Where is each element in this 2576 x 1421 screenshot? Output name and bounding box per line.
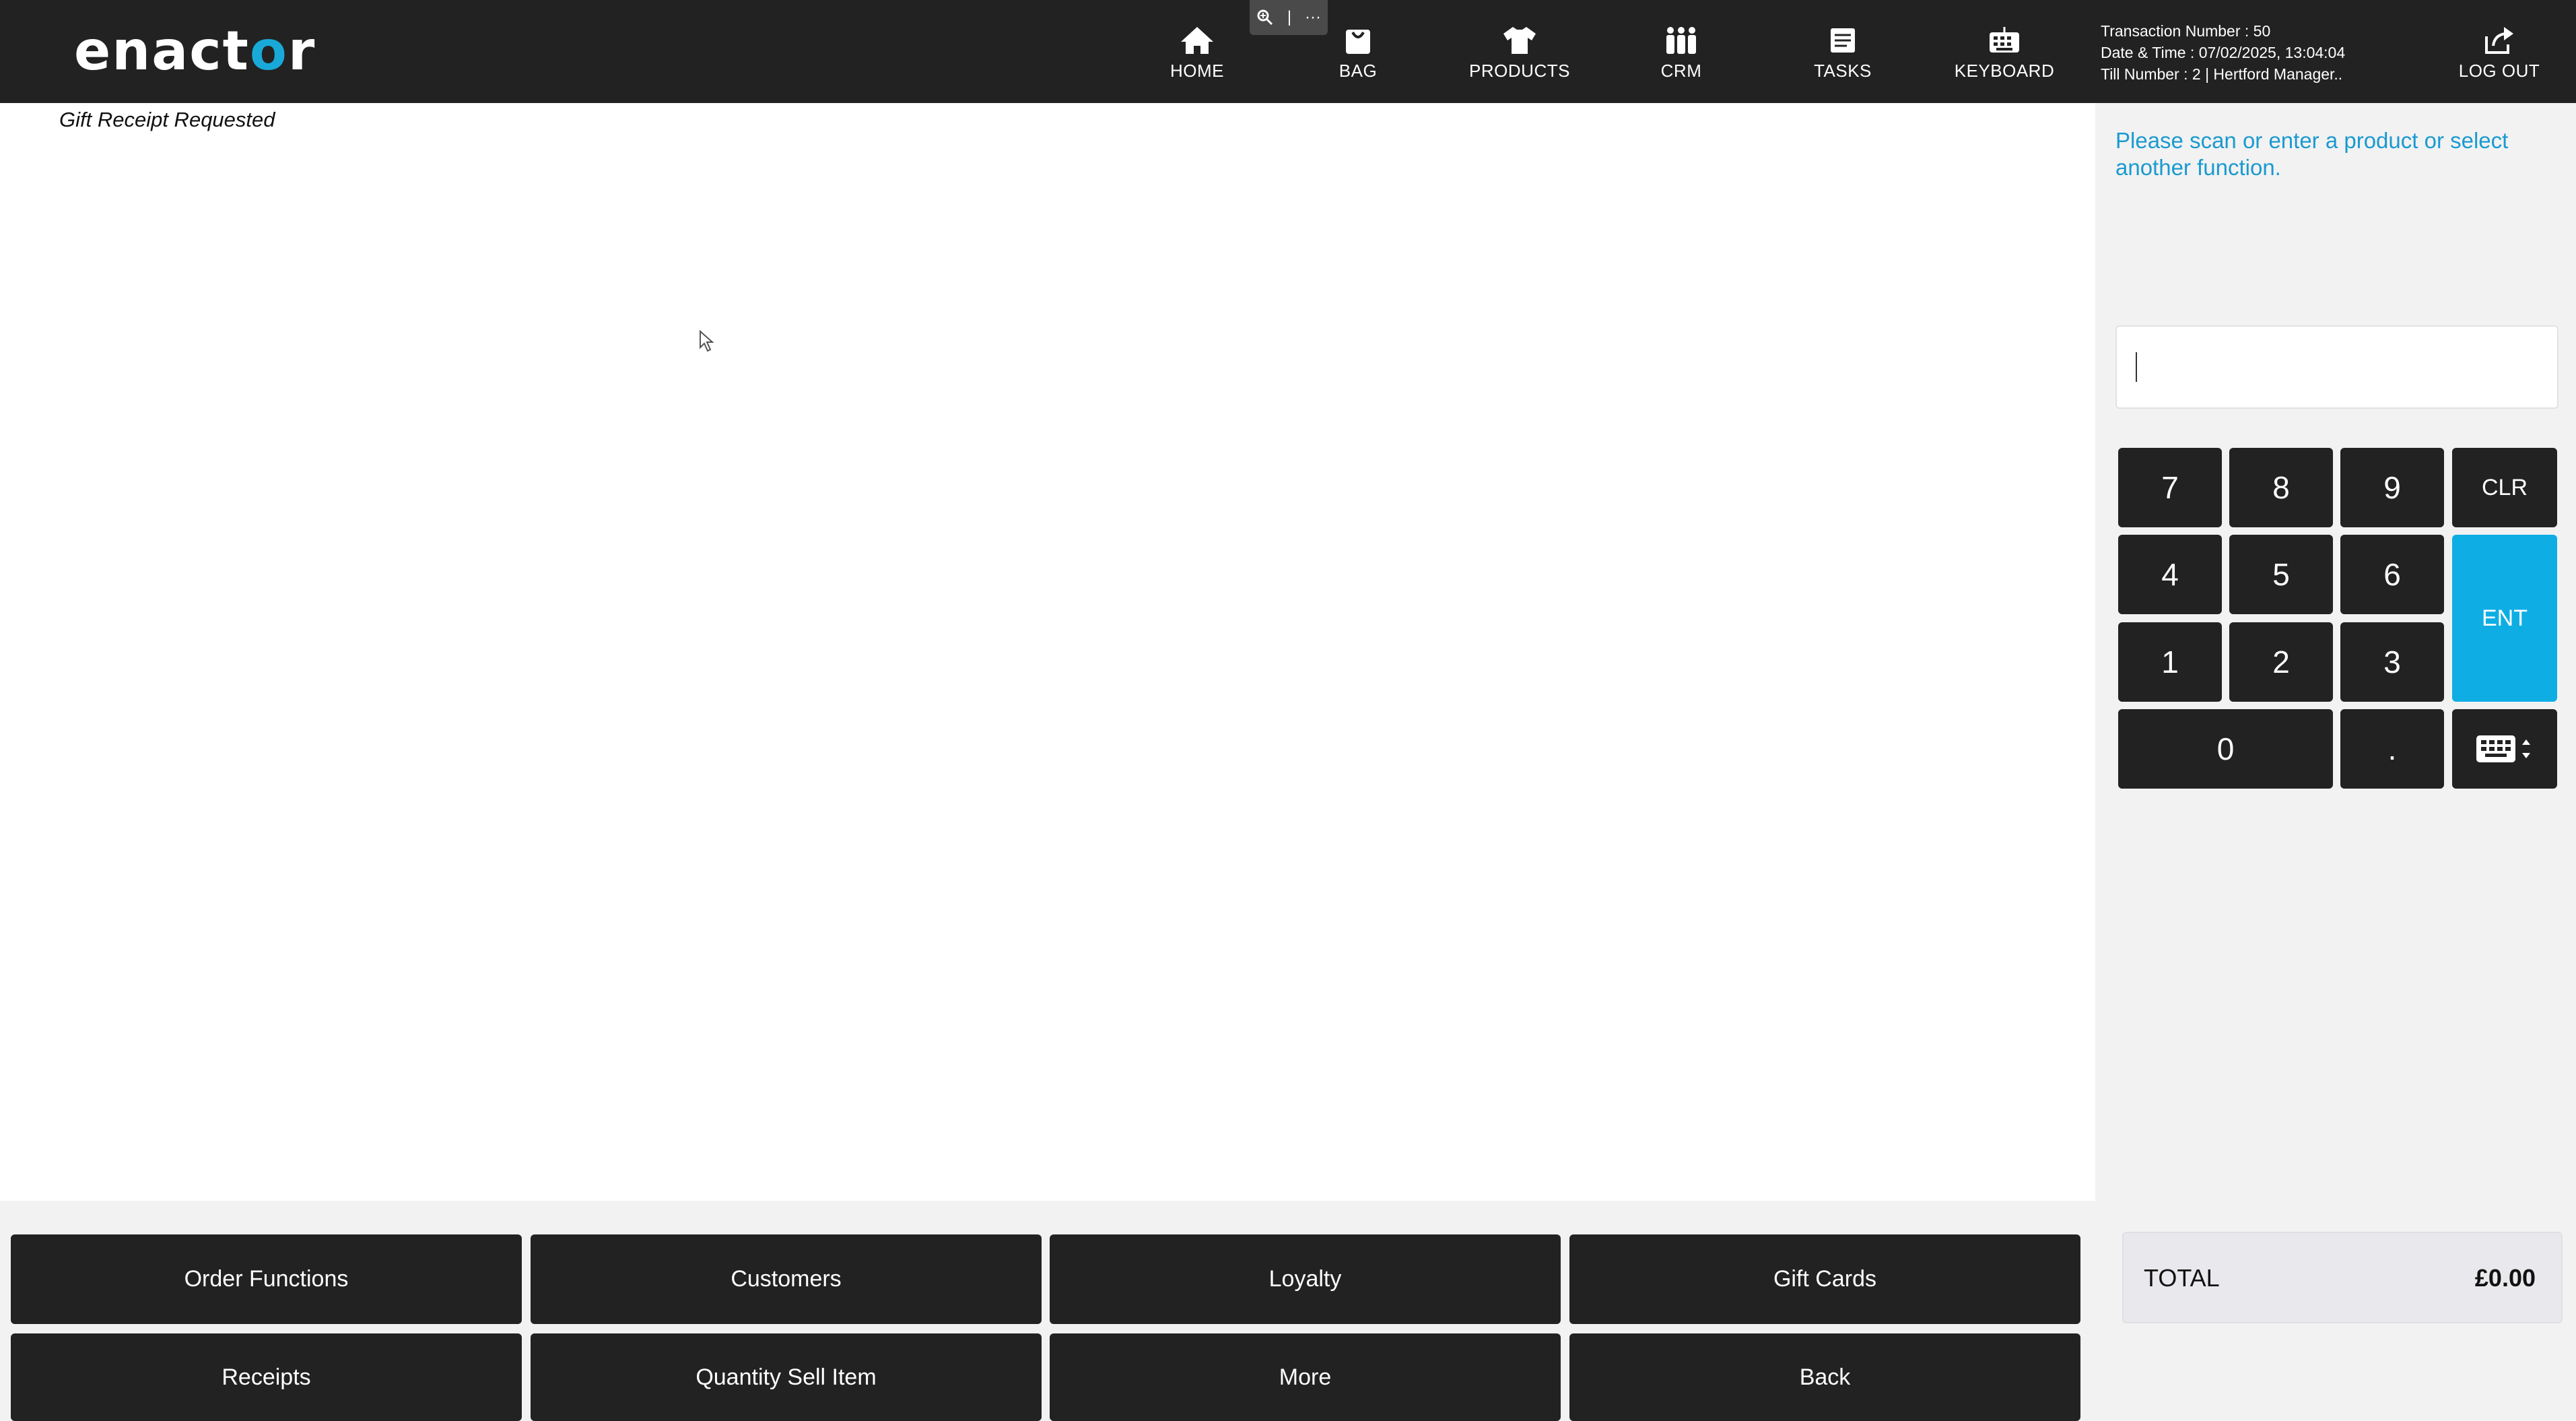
key-8[interactable]: 8: [2229, 448, 2333, 527]
key-2[interactable]: 2: [2229, 622, 2333, 702]
enter-key[interactable]: ENT: [2452, 535, 2557, 702]
keyboard-icon: [1990, 27, 2019, 53]
total-label: TOTAL: [2144, 1264, 2220, 1292]
nav-tasks[interactable]: TASKS: [1779, 20, 1907, 94]
zoom-separator: |: [1287, 8, 1292, 26]
key-decimal[interactable]: .: [2340, 709, 2444, 789]
date-time: Date & Time : 07/02/2025, 13:04:04: [2101, 44, 2346, 61]
key-7[interactable]: 7: [2118, 448, 2222, 527]
key-1[interactable]: 1: [2118, 622, 2222, 702]
transaction-info: Transaction Number : 50 Date & Time : 07…: [2101, 20, 2345, 85]
order-functions-button[interactable]: Order Functions: [11, 1234, 522, 1324]
key-6[interactable]: 6: [2340, 535, 2444, 614]
nav-products[interactable]: PRODUCTS: [1456, 20, 1584, 94]
transaction-number: Transaction Number : 50: [2101, 22, 2271, 40]
receipts-button[interactable]: Receipts: [11, 1333, 522, 1421]
total-display: TOTAL £0.00: [2122, 1232, 2563, 1323]
keyboard-toggle-icon: [2476, 735, 2530, 762]
tasks-icon: [1831, 28, 1855, 53]
quantity-sell-item-button[interactable]: Quantity Sell Item: [531, 1333, 1042, 1421]
nav-products-label: PRODUCTS: [1469, 61, 1570, 81]
right-panel: Please scan or enter a product or select…: [2095, 103, 2576, 1421]
till-number: Till Number : 2 | Hertford Manager..: [2101, 65, 2343, 83]
top-header: enactor | ··· HOME BAG PRODUCTS CRM TASK…: [0, 0, 2576, 103]
enactor-logo: enactor: [74, 20, 316, 82]
text-caret: [2136, 352, 2137, 382]
nav-tasks-label: TASKS: [1814, 61, 1872, 81]
key-0[interactable]: 0: [2118, 709, 2333, 789]
nav-keyboard-label: KEYBOARD: [1954, 61, 2055, 81]
nav-keyboard[interactable]: KEYBOARD: [1940, 20, 2068, 94]
nav-bag[interactable]: BAG: [1294, 20, 1422, 94]
gift-cards-button[interactable]: Gift Cards: [1569, 1234, 2080, 1324]
key-4[interactable]: 4: [2118, 535, 2222, 614]
logout-icon: [2485, 27, 2513, 54]
key-9[interactable]: 9: [2340, 448, 2444, 527]
gift-receipt-notice: Gift Receipt Requested: [59, 108, 275, 131]
people-icon: [1666, 27, 1696, 54]
back-button[interactable]: Back: [1569, 1333, 2080, 1421]
tshirt-icon: [1503, 27, 1536, 54]
loyalty-button[interactable]: Loyalty: [1050, 1234, 1561, 1324]
more-button[interactable]: More: [1050, 1333, 1561, 1421]
total-value: £0.00: [2474, 1264, 2536, 1292]
key-5[interactable]: 5: [2229, 535, 2333, 614]
customers-button[interactable]: Customers: [531, 1234, 1042, 1324]
nav-crm[interactable]: CRM: [1617, 20, 1745, 94]
home-icon: [1181, 27, 1213, 54]
scan-prompt: Please scan or enter a product or select…: [2115, 128, 2509, 180]
nav-crm-label: CRM: [1660, 61, 1702, 81]
clear-key[interactable]: CLR: [2452, 448, 2557, 527]
bag-icon: [1346, 30, 1370, 54]
mouse-pointer-icon: [699, 329, 716, 356]
key-3[interactable]: 3: [2340, 622, 2444, 702]
nav-logout-label: LOG OUT: [2458, 61, 2540, 81]
nav-home-label: HOME: [1170, 61, 1224, 81]
nav-home[interactable]: HOME: [1133, 20, 1261, 94]
nav-bag-label: BAG: [1338, 61, 1378, 81]
keyboard-toggle-key[interactable]: [2452, 709, 2557, 789]
nav-logout[interactable]: LOG OUT: [2435, 20, 2563, 94]
product-entry-input[interactable]: [2115, 325, 2558, 409]
